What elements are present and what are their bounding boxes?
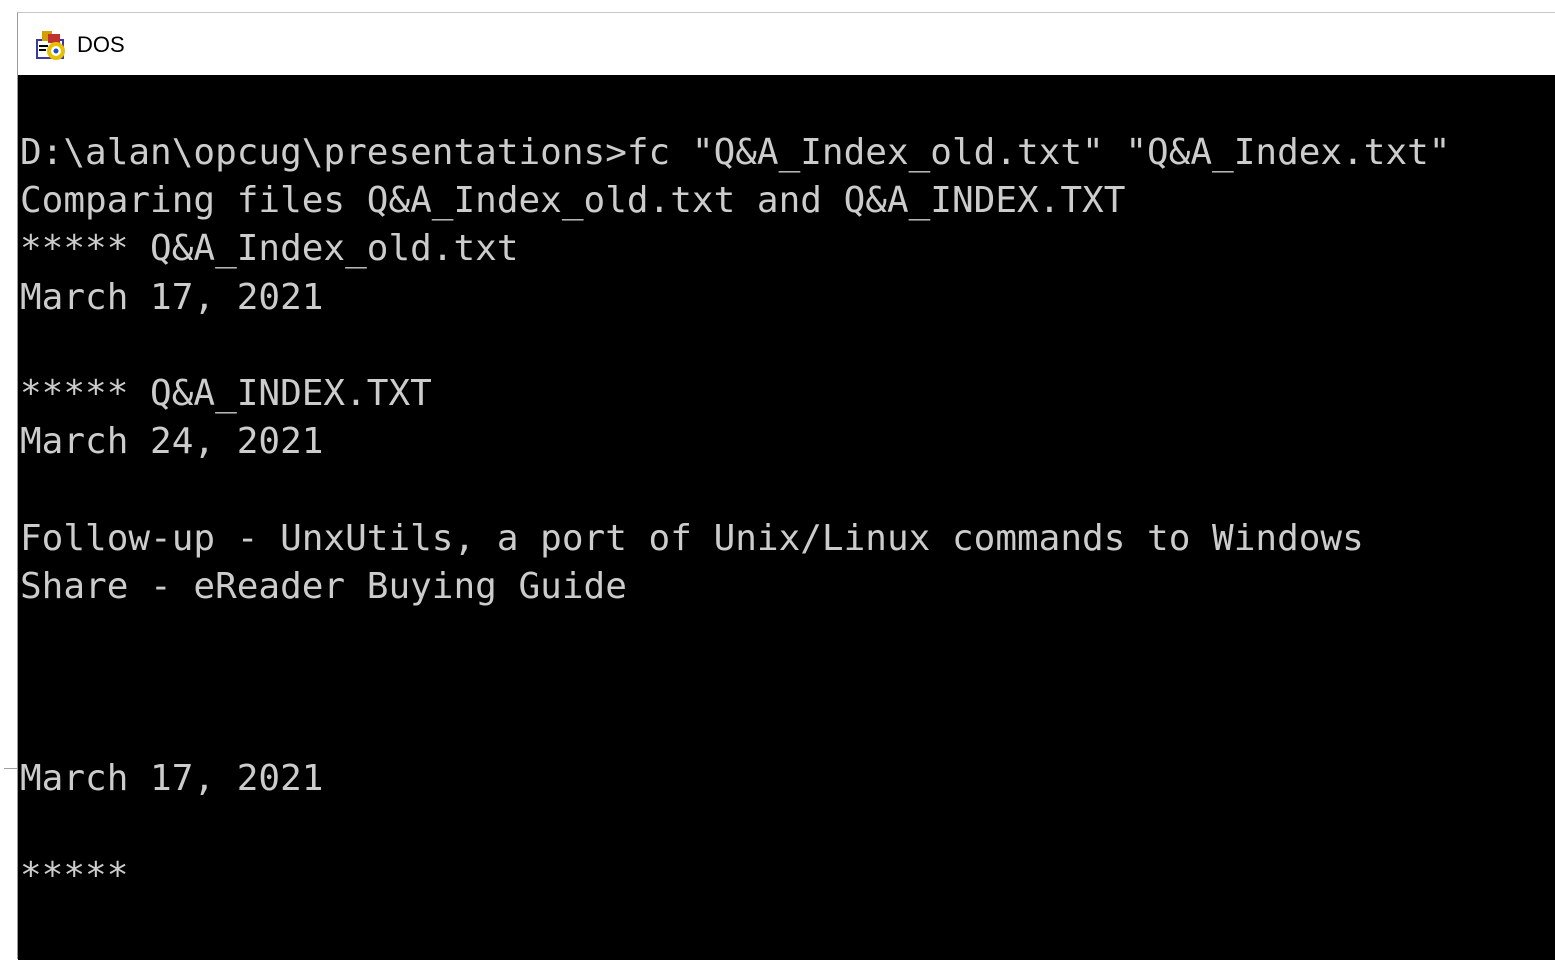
console-line: Share - eReader Buying Guide: [20, 565, 627, 607]
console-line: ***** Q&A_Index_old.txt: [20, 228, 519, 270]
ms-dos-icon[interactable]: [34, 29, 68, 61]
console-line: Follow-up - UnxUtils, a port of Unix/Lin…: [20, 517, 1364, 559]
window-title: DOS: [77, 32, 125, 57]
dos-window[interactable]: DOS D:\alan\opcug\presentations>fc "Q&A_…: [17, 12, 1555, 960]
console-line: March 24, 2021: [20, 421, 324, 463]
window-edge-tick: [4, 768, 17, 769]
console-line: D:\alan\opcug\presentations>fc "Q&A_Inde…: [20, 132, 1451, 173]
console-line: ***** Q&A_INDEX.TXT: [20, 372, 432, 414]
title-bar[interactable]: DOS: [18, 13, 1555, 75]
console-line: March 17, 2021: [20, 758, 324, 800]
console-line: Comparing files Q&A_Index_old.txt and Q&…: [20, 180, 1126, 222]
console-line: March 17, 2021: [20, 276, 324, 318]
console-line: *****: [20, 854, 129, 896]
console-output[interactable]: D:\alan\opcug\presentations>fc "Q&A_Inde…: [18, 75, 1555, 960]
